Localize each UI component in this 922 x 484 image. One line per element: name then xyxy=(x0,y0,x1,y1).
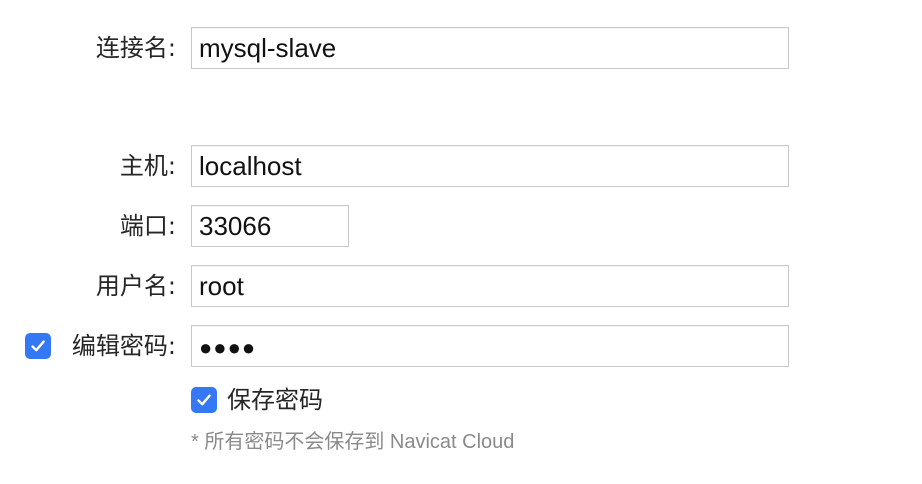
port-value: 33066 xyxy=(199,211,272,241)
host-value: localhost xyxy=(199,151,302,181)
save-password-label[interactable]: 保存密码 xyxy=(227,384,323,416)
checkmark-icon xyxy=(31,340,45,352)
edit-password-label[interactable]: 编辑密码: xyxy=(72,325,176,367)
connection-name-value: mysql-slave xyxy=(199,33,337,63)
username-input[interactable]: root xyxy=(191,265,789,307)
save-password-checkbox[interactable] xyxy=(191,387,217,413)
cloud-note: * 所有密码不会保存到 Navicat Cloud xyxy=(191,431,515,453)
username-value: root xyxy=(199,271,244,301)
password-input[interactable]: ●●●● xyxy=(191,325,789,367)
connection-name-input[interactable]: mysql-slave xyxy=(191,27,789,69)
connection-name-label: 连接名: xyxy=(95,34,176,62)
host-input[interactable]: localhost xyxy=(191,145,789,187)
connection-form: 连接名: mysql-slave 主机: localhost 端口: 33066… xyxy=(0,0,922,484)
edit-password-checkbox[interactable] xyxy=(25,333,51,359)
port-input[interactable]: 33066 xyxy=(191,205,349,247)
host-label: 主机: xyxy=(119,152,176,180)
username-label: 用户名: xyxy=(95,272,176,300)
checkmark-icon xyxy=(197,394,211,406)
password-masked-value: ●●●● xyxy=(199,335,257,360)
port-label: 端口: xyxy=(119,212,176,240)
